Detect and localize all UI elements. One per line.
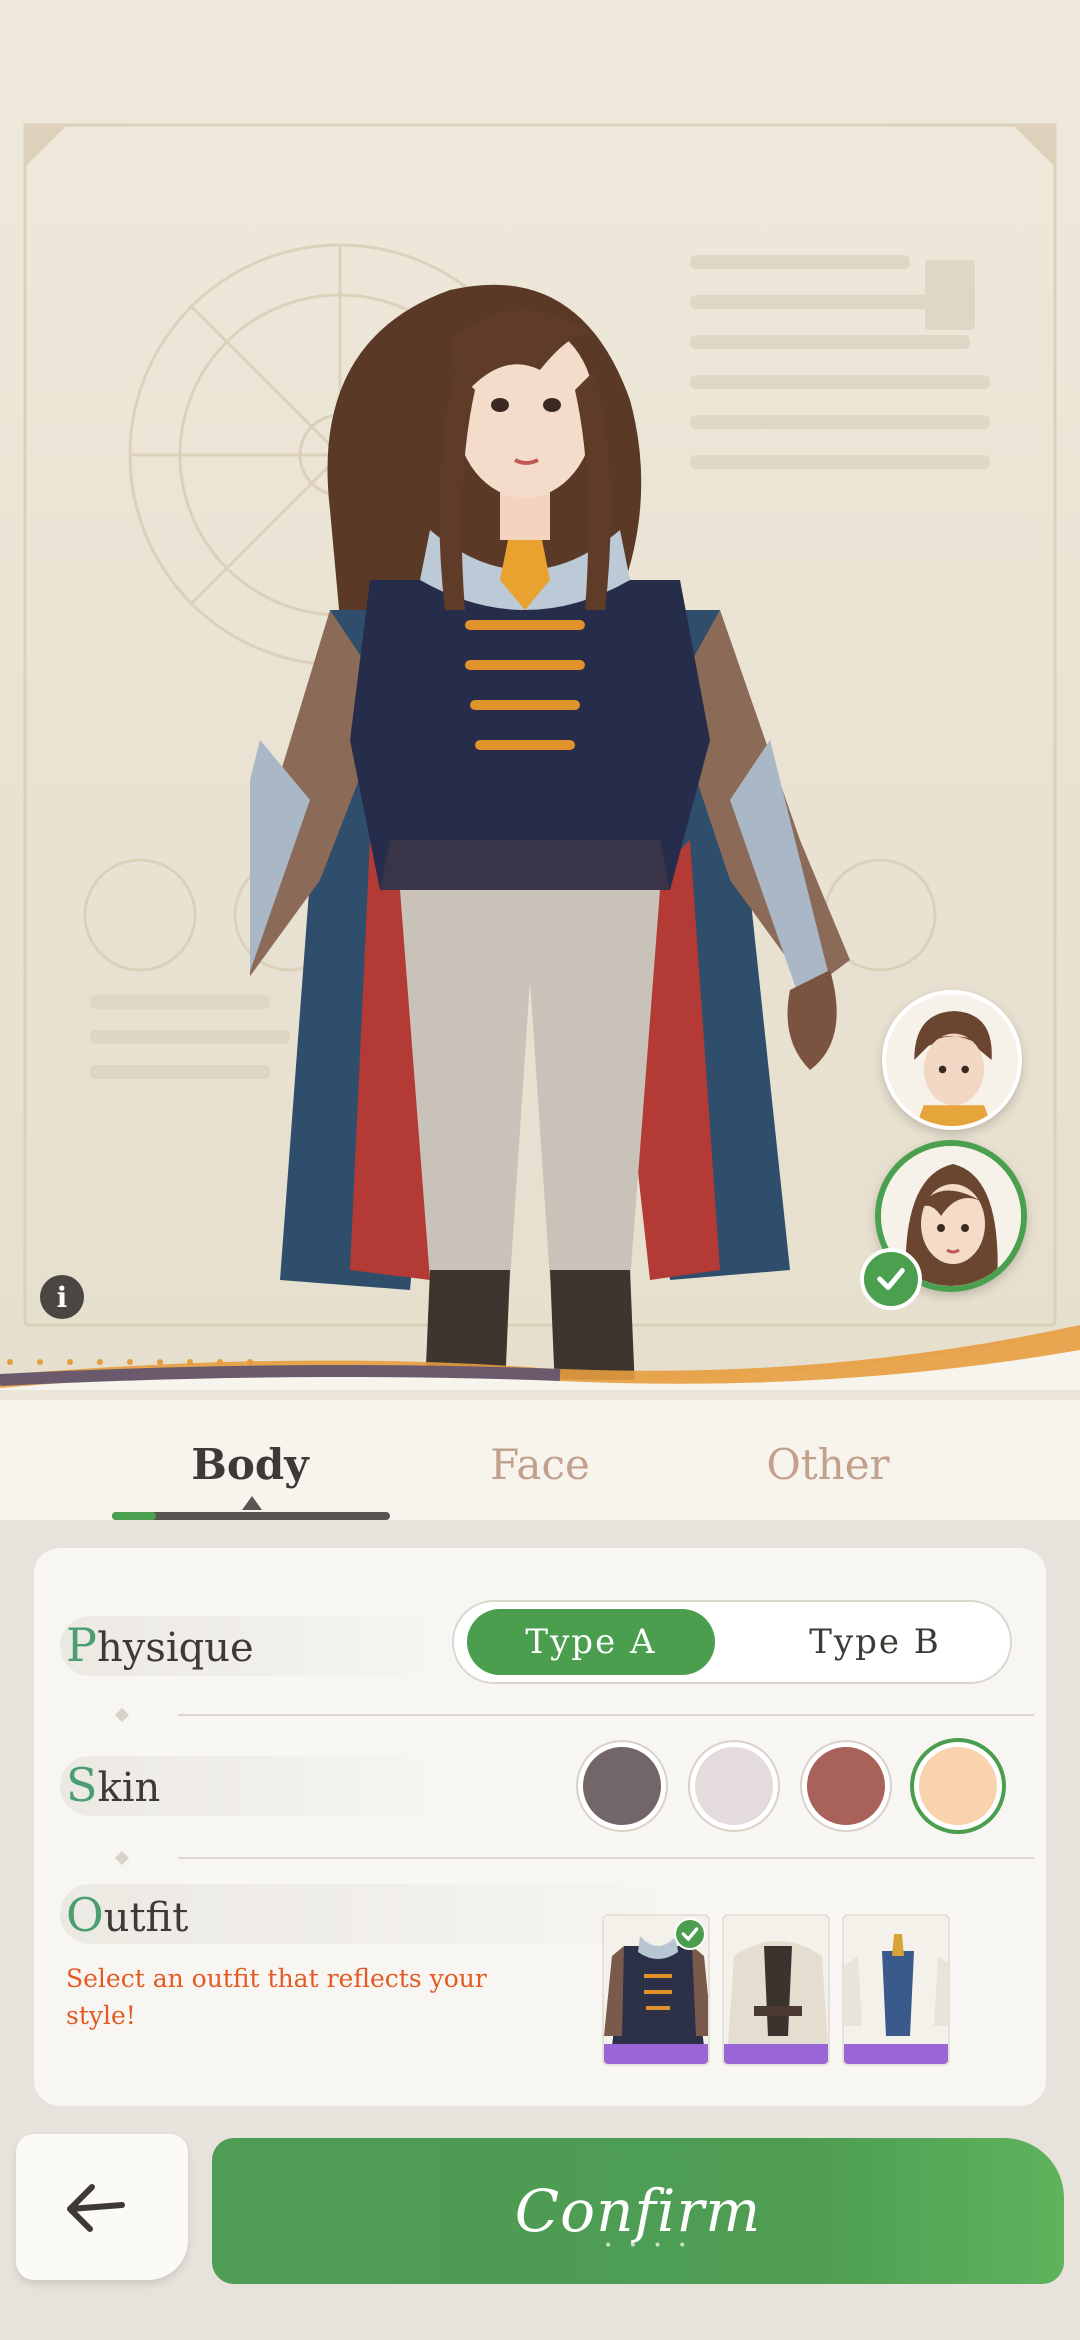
skin-label: Skin [66,1758,161,1812]
tab-other[interactable]: Other [728,1440,928,1489]
physique-label: Physique [66,1618,254,1672]
info-button[interactable]: i [40,1275,84,1319]
character-preview-scene: i [0,0,1080,1390]
outfit-option-1[interactable] [602,1914,710,2066]
info-icon: i [56,1280,68,1314]
divider [178,1714,1034,1716]
tab-face[interactable]: Face [440,1440,640,1489]
tab-body[interactable]: Body [150,1440,350,1489]
category-tabs: Body Face Other [0,1400,1080,1520]
skin-swatch-2[interactable] [690,1742,778,1830]
physique-type-a-button[interactable]: Type A [467,1609,715,1675]
divider [178,1857,1034,1859]
confirm-decoration-dots: • • • • [604,2238,693,2254]
decorative-wave [0,1325,1080,1390]
confirm-button-label: Confirm [514,2177,762,2245]
outfit-option-3[interactable] [842,1914,950,2066]
portrait-option-short-hair[interactable] [882,990,1022,1130]
outfit-hint-text: Select an outfit that reflects your styl… [66,1964,487,2030]
outfit-option-2[interactable] [722,1914,830,2066]
portrait-short-hair-icon [886,994,1018,1126]
physique-toggle: Type A Type B [452,1600,1012,1684]
skin-swatch-1[interactable] [578,1742,666,1830]
confirm-button[interactable]: Confirm [212,2138,1064,2284]
arrow-left-icon [67,2184,125,2232]
outfit-label: Outfit [66,1888,189,1942]
skin-swatch-3[interactable] [802,1742,890,1830]
skin-swatch-4[interactable] [914,1742,1002,1830]
outfit-selected-check-icon [674,1918,706,1950]
back-button[interactable] [16,2134,188,2280]
selected-check-icon [860,1248,922,1310]
physique-type-b-button[interactable]: Type B [751,1609,999,1675]
active-tab-underline [112,1512,390,1520]
active-tab-pointer [242,1496,262,1510]
character-model[interactable] [250,280,850,1390]
